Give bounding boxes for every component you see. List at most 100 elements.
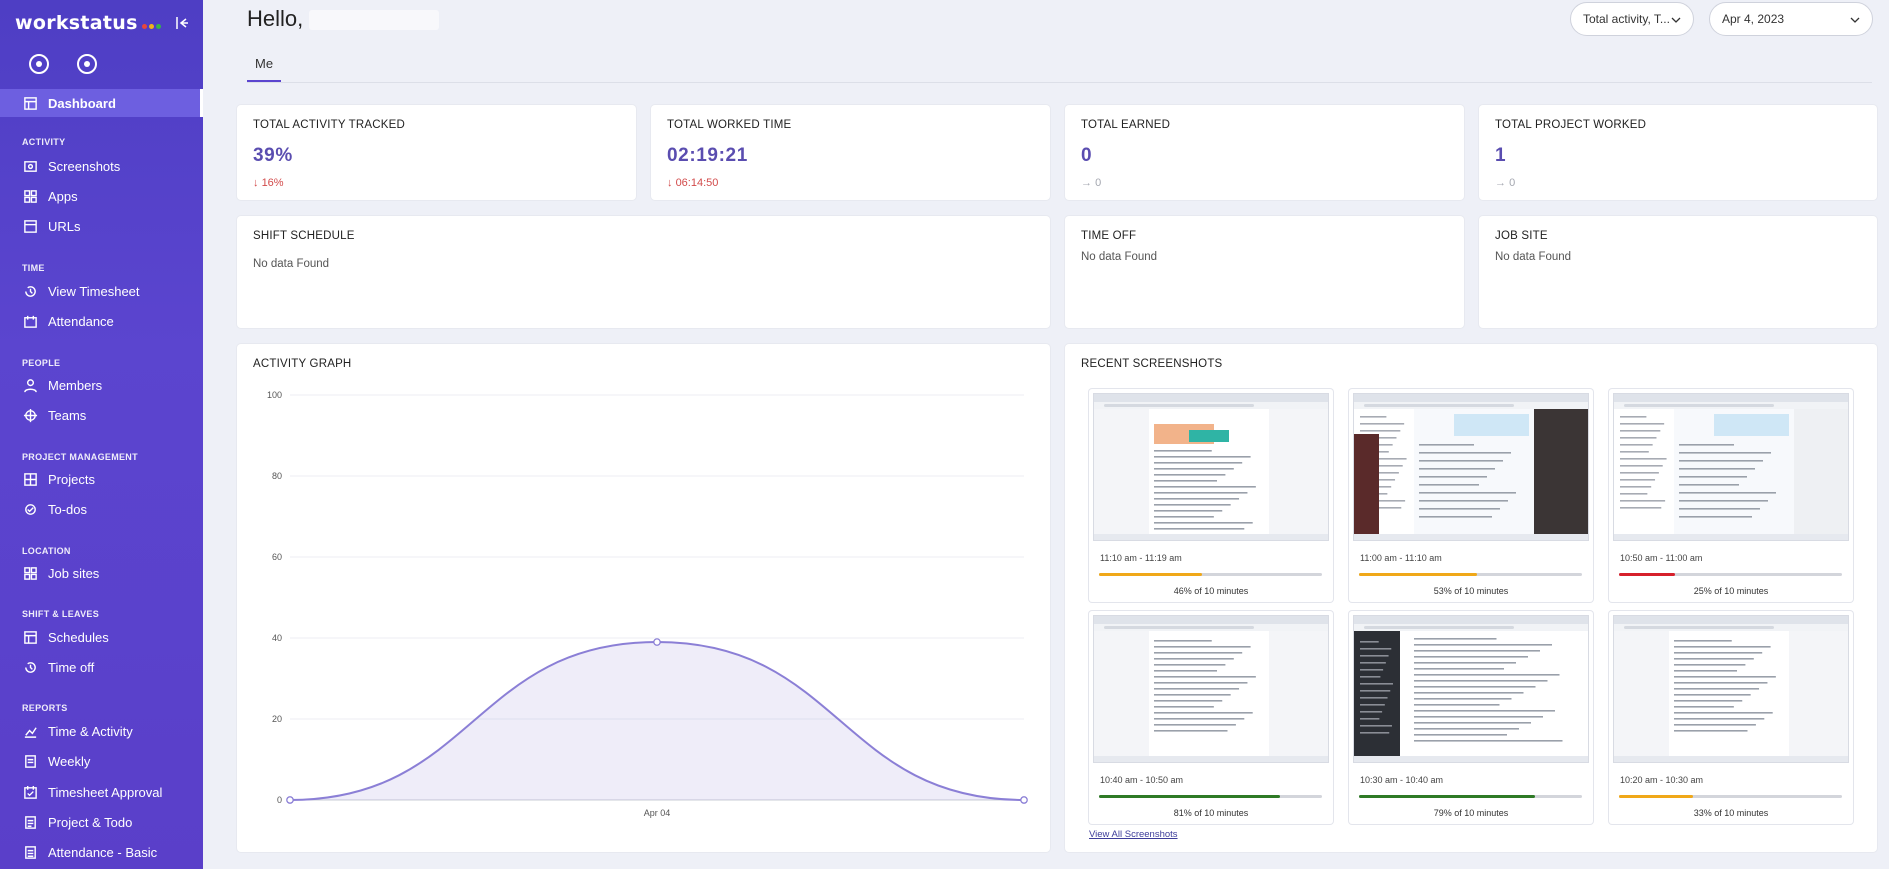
sidebar-item-weekly[interactable]: Weekly <box>0 747 203 775</box>
schedules-icon <box>22 629 38 645</box>
time-activity-icon <box>22 723 38 739</box>
activity-progress-fill <box>1619 573 1675 576</box>
sidebar-item-dashboard[interactable]: Dashboard <box>0 89 203 117</box>
sidebar-item-time-off[interactable]: Time off <box>0 653 203 681</box>
stat-value: 02:19:21 <box>667 145 748 166</box>
stat-value: 1 <box>1495 145 1507 166</box>
screenshot-time-range: 10:20 am - 10:30 am <box>1620 775 1704 785</box>
nav-section-shift-leaves: SHIFT & LEAVES <box>22 609 100 619</box>
stat-card-projects: TOTAL PROJECT WORKED 1 → 0 <box>1479 105 1877 200</box>
stat-delta: ↓ 16% <box>253 177 284 189</box>
apps-icon <box>22 188 38 204</box>
activity-filter-select[interactable]: Total activity, T... <box>1570 2 1694 36</box>
add-timer-icon[interactable] <box>29 54 49 74</box>
sidebar-item-teams[interactable]: Teams <box>0 401 203 429</box>
date-select[interactable]: Apr 4, 2023 <box>1709 2 1873 36</box>
empty-state: No data Found <box>1495 251 1572 263</box>
nav-section-activity: ACTIVITY <box>22 137 66 147</box>
sidebar-item-label: Schedules <box>48 629 109 645</box>
sidebar-item-attendance[interactable]: Attendance <box>0 307 203 335</box>
sidebar-item-todos[interactable]: To-dos <box>0 495 203 523</box>
chevron-down-icon <box>1671 17 1681 23</box>
sidebar-item-label: Time & Activity <box>48 723 133 739</box>
nav-section-reports: REPORTS <box>22 703 68 713</box>
screenshot-activity-label: 46% of 10 minutes <box>1173 586 1249 596</box>
screenshot-thumbnail[interactable] <box>1093 615 1329 763</box>
y-tick-label: 0 <box>277 795 282 805</box>
screenshot-activity-label: 33% of 10 minutes <box>1693 808 1769 818</box>
sidebar-item-label: View Timesheet <box>48 283 140 299</box>
stat-card-worked-time: TOTAL WORKED TIME 02:19:21 ↓ 06:14:50 <box>651 105 1050 200</box>
sidebar-item-job-sites[interactable]: Job sites <box>0 559 203 587</box>
sidebar-item-apps[interactable]: Apps <box>0 182 203 210</box>
data-point[interactable] <box>653 638 661 646</box>
attendance-basic-icon <box>22 844 38 860</box>
panel-title: RECENT SCREENSHOTS <box>1081 358 1223 370</box>
y-tick-label: 60 <box>272 552 282 562</box>
screenshot-time-range: 10:30 am - 10:40 am <box>1360 775 1444 785</box>
collapse-sidebar-icon[interactable] <box>175 16 191 32</box>
panel-title: JOB SITE <box>1495 230 1548 242</box>
sidebar-item-attendance-basic[interactable]: Attendance - Basic <box>0 838 203 866</box>
screenshot-card[interactable]: 10:30 am - 10:40 am 79% of 10 minutes <box>1349 611 1593 824</box>
arrow-down-icon: ↓ <box>667 177 676 189</box>
screenshot-card[interactable]: 11:00 am - 11:10 am 53% of 10 minutes <box>1349 389 1593 602</box>
sidebar-item-label: Job sites <box>48 565 100 581</box>
sidebar-item-urls[interactable]: URLs <box>0 212 203 240</box>
stat-title: TOTAL PROJECT WORKED <box>1495 119 1647 131</box>
tab-me[interactable]: Me <box>247 50 282 82</box>
nav-section-people: PEOPLE <box>22 358 61 368</box>
screenshot-time-range: 10:40 am - 10:50 am <box>1100 775 1184 785</box>
sidebar: workstatus Dashboard ACTIVITY Screenshot… <box>0 0 203 869</box>
stat-card-earned: TOTAL EARNED 0 → 0 <box>1065 105 1464 200</box>
data-point[interactable] <box>286 796 294 804</box>
data-point[interactable] <box>1020 796 1028 804</box>
timesheet-approval-icon <box>22 784 38 800</box>
screenshot-time-range: 10:50 am - 11:00 am <box>1620 553 1703 563</box>
screenshot-thumbnail[interactable] <box>1093 393 1329 541</box>
urls-icon <box>22 218 38 234</box>
screenshot-card[interactable]: 10:20 am - 10:30 am 33% of 10 minutes <box>1609 611 1853 824</box>
greeting: Hello, <box>247 6 440 32</box>
activity-progress-bar <box>1619 795 1842 798</box>
panel-title: SHIFT SCHEDULE <box>253 230 355 242</box>
screenshot-activity-label: 53% of 10 minutes <box>1433 586 1509 596</box>
x-tick-label: Apr 04 <box>644 808 671 818</box>
screenshot-thumbnail[interactable] <box>1353 393 1589 541</box>
sidebar-item-time-activity[interactable]: Time & Activity <box>0 717 203 745</box>
activity-progress-bar <box>1099 573 1322 576</box>
screenshot-thumbnail[interactable] <box>1613 393 1849 541</box>
stat-delta: ↓ 06:14:50 <box>667 177 719 189</box>
view-all-screenshots-link[interactable]: View All Screenshots <box>1089 829 1178 840</box>
activity-progress-fill <box>1359 795 1536 798</box>
activity-progress-fill <box>1619 795 1693 798</box>
sidebar-item-label: Attendance - Basic <box>48 844 158 860</box>
sidebar-item-project-todo[interactable]: Project & Todo <box>0 808 203 836</box>
sidebar-item-label: Projects <box>48 471 95 487</box>
stat-title: TOTAL ACTIVITY TRACKED <box>253 119 406 131</box>
sidebar-item-projects[interactable]: Projects <box>0 465 203 493</box>
sidebar-item-members[interactable]: Members <box>0 371 203 399</box>
shift-schedule-panel: SHIFT SCHEDULE No data Found <box>237 216 1050 328</box>
stat-value: 39% <box>253 145 293 166</box>
sidebar-item-timesheet-approval[interactable]: Timesheet Approval <box>0 778 203 806</box>
screenshot-time-range: 11:00 am - 11:10 am <box>1360 553 1442 563</box>
dashboard-icon <box>22 95 38 111</box>
stat-card-activity: TOTAL ACTIVITY TRACKED 39% ↓ 16% <box>237 105 636 200</box>
weekly-icon <box>22 753 38 769</box>
add-entry-icon[interactable] <box>77 54 97 74</box>
sidebar-item-label: Dashboard <box>48 95 116 111</box>
screenshot-thumbnail[interactable] <box>1353 615 1589 763</box>
screenshot-card[interactable]: 11:10 am - 11:19 am 46% of 10 minutes <box>1089 389 1333 602</box>
series-area <box>290 642 1024 800</box>
y-tick-label: 20 <box>272 714 282 724</box>
screenshot-card[interactable]: 10:50 am - 11:00 am 25% of 10 minutes <box>1609 389 1853 602</box>
screenshot-thumbnail[interactable] <box>1613 615 1849 763</box>
sidebar-item-screenshots[interactable]: Screenshots <box>0 152 203 180</box>
sidebar-item-view-timesheet[interactable]: View Timesheet <box>0 277 203 305</box>
sidebar-item-label: Time off <box>48 659 95 675</box>
screenshot-card[interactable]: 10:40 am - 10:50 am 81% of 10 minutes <box>1089 611 1333 824</box>
sidebar-item-schedules[interactable]: Schedules <box>0 623 203 651</box>
activity-chart: 0 20 40 60 80 100 Apr 04 <box>267 390 1028 818</box>
brand-logo[interactable]: workstatus <box>15 12 161 34</box>
